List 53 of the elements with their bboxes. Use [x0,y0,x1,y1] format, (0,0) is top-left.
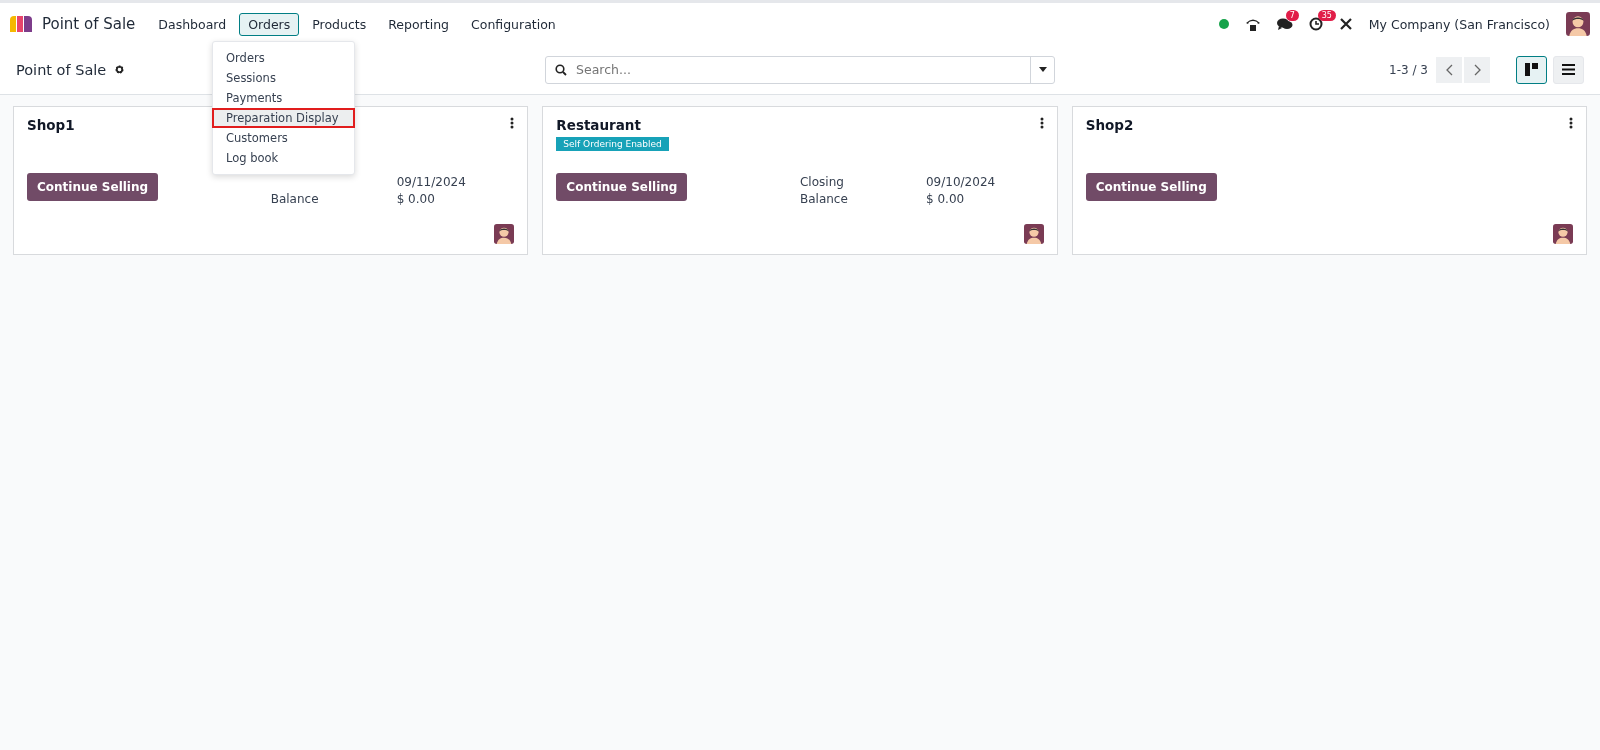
chevron-left-icon [1445,63,1453,76]
more-options-icon[interactable] [1039,117,1044,129]
caret-icon [1038,67,1047,72]
continue-selling-button[interactable]: Continue Selling [556,173,688,201]
search-input[interactable]: Search... [574,61,1030,78]
company-switcher[interactable]: My Company (San Francisco) [1368,16,1550,32]
page-title: Point of Sale [16,61,107,78]
stat-value: 09/10/2024 [926,175,997,189]
shop-name: Shop2 [1085,117,1134,133]
avatar-icon [1553,224,1573,244]
dropdown-item[interactable]: Payments [212,88,355,108]
pager-value[interactable]: 1-3 / 3 [1389,62,1428,77]
avatar-icon [1566,12,1590,36]
app-logo-icon[interactable] [10,16,32,32]
menu-item[interactable]: Orders [239,12,300,36]
avatar-icon [1023,224,1044,244]
app-name: Point of Sale [42,15,136,33]
search-field[interactable]: Search... [545,55,1055,84]
view-switch-button[interactable] [1516,55,1547,84]
more-options-icon[interactable] [1569,117,1573,129]
kanban-icon [1525,63,1538,76]
menu-item[interactable]: Reporting [379,12,458,36]
phone-icon[interactable] [1244,17,1261,31]
more-options-icon[interactable] [510,117,515,129]
continue-selling-button[interactable]: Continue Selling [27,173,159,201]
notification-badge: 35 [1317,10,1336,21]
shop-name: Shop1 [27,117,75,133]
status-dot-icon [1218,19,1229,29]
menu-item[interactable]: Dashboard [149,12,236,36]
list-icon [1562,64,1575,75]
dropdown-item[interactable]: Orders [212,48,355,68]
continue-selling-button[interactable]: Continue Selling [1085,173,1217,201]
clock-icon[interactable] [1308,17,1323,31]
chat-icon[interactable] [1276,17,1293,31]
stat-value: 09/11/2024 [396,175,467,189]
settings-icon[interactable] [114,64,126,75]
stat-value: $ 0.00 [396,192,436,206]
dropdown-item[interactable]: Log book [212,148,355,168]
menu-item[interactable]: Products [303,12,376,36]
shop-name: Restaurant [556,117,641,133]
stat-label: Closing [800,175,845,189]
notification-badge: 7 [1285,10,1299,21]
dropdown-item[interactable]: Sessions [212,68,355,88]
status-tag: Self Ordering Enabled [556,137,669,151]
stat-label: Balance [270,192,320,206]
menu-item[interactable]: Configuration [462,12,565,36]
dropdown-item[interactable]: Customers [212,128,355,148]
search-icon [555,63,567,76]
dropdown-item[interactable]: Preparation Display [212,108,355,128]
chevron-right-icon [1473,63,1481,76]
avatar-icon [494,224,515,244]
stat-value: $ 0.00 [926,192,966,206]
stat-label: Balance [800,192,849,206]
